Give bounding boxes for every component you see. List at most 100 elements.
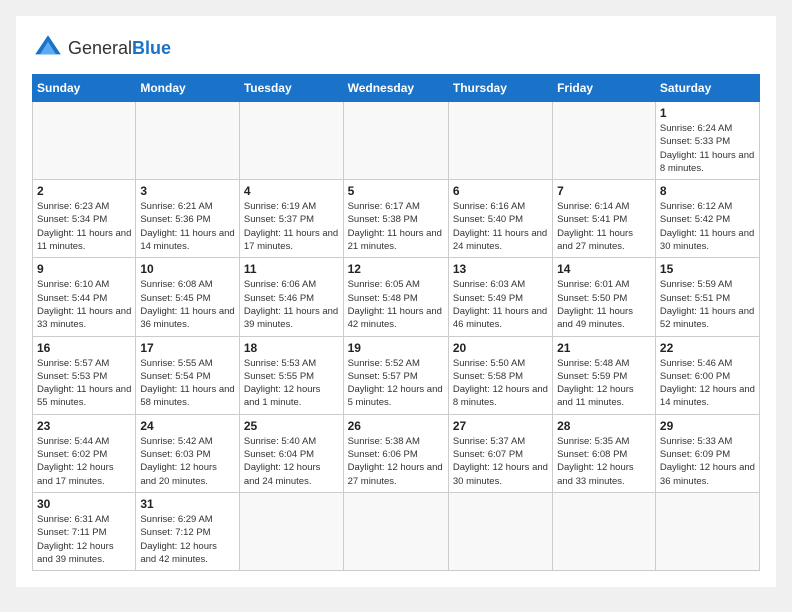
day-info: Sunrise: 5:37 AM Sunset: 6:07 PM Dayligh… <box>453 435 548 488</box>
calendar-cell: 11Sunrise: 6:06 AM Sunset: 5:46 PM Dayli… <box>239 258 343 336</box>
calendar-cell: 5 Sunrise: 6:17 AM Sunset: 5:38 PM Daylig… <box>343 180 448 258</box>
day-info: Sunrise: 6:17 AM Sunset: 5:38 PM Dayligh… <box>348 200 444 253</box>
day-number: 2 <box>37 184 131 198</box>
day-info: Sunrise: 5:59 AM Sunset: 5:51 PM Dayligh… <box>660 278 755 331</box>
calendar-cell: 1Sunrise: 6:24 AM Sunset: 5:33 PM Daylig… <box>655 102 759 180</box>
general-blue-logo-icon <box>32 32 64 64</box>
calendar-week-3: 9Sunrise: 6:10 AM Sunset: 5:44 PM Daylig… <box>33 258 760 336</box>
day-number: 14 <box>557 262 651 276</box>
calendar-cell: 15 Sunrise: 5:59 AM Sunset: 5:51 PM Dayli… <box>655 258 759 336</box>
weekday-header-monday: Monday <box>136 75 240 102</box>
day-number: 11 <box>244 262 339 276</box>
day-info: Sunrise: 5:33 AM Sunset: 6:09 PM Dayligh… <box>660 435 755 488</box>
day-number: 21 <box>557 341 651 355</box>
day-number: 7 <box>557 184 651 198</box>
calendar-cell: 21Sunrise: 5:48 AM Sunset: 5:59 PM Dayli… <box>553 336 656 414</box>
day-number: 5 <box>348 184 444 198</box>
day-number: 27 <box>453 419 548 433</box>
calendar-cell: 4 Sunrise: 6:19 AM Sunset: 5:37 PM Daylig… <box>239 180 343 258</box>
logo: GeneralBlue <box>32 32 171 64</box>
calendar-week-6: 30Sunrise: 6:31 AM Sunset: 7:11 PM Dayli… <box>33 492 760 570</box>
weekday-header-tuesday: Tuesday <box>239 75 343 102</box>
calendar-cell: 27 Sunrise: 5:37 AM Sunset: 6:07 PM Dayli… <box>448 414 552 492</box>
day-info: Sunrise: 5:46 AM Sunset: 6:00 PM Dayligh… <box>660 357 755 410</box>
calendar-cell: 12 Sunrise: 6:05 AM Sunset: 5:48 PM Dayli… <box>343 258 448 336</box>
calendar-table: SundayMondayTuesdayWednesdayThursdayFrid… <box>32 74 760 571</box>
day-number: 31 <box>140 497 235 511</box>
calendar-cell <box>239 102 343 180</box>
day-info: Sunrise: 5:42 AM Sunset: 6:03 PM Dayligh… <box>140 435 235 488</box>
calendar-week-1: 1Sunrise: 6:24 AM Sunset: 5:33 PM Daylig… <box>33 102 760 180</box>
calendar-cell: 29Sunrise: 5:33 AM Sunset: 6:09 PM Dayli… <box>655 414 759 492</box>
day-info: Sunrise: 6:08 AM Sunset: 5:45 PM Dayligh… <box>140 278 235 331</box>
day-number: 12 <box>348 262 444 276</box>
day-info: Sunrise: 6:21 AM Sunset: 5:36 PM Dayligh… <box>140 200 235 253</box>
weekday-header-sunday: Sunday <box>33 75 136 102</box>
calendar-cell <box>655 492 759 570</box>
calendar-cell: 2 Sunrise: 6:23 AM Sunset: 5:34 PM Daylig… <box>33 180 136 258</box>
calendar-cell: 19 Sunrise: 5:52 AM Sunset: 5:57 PM Dayli… <box>343 336 448 414</box>
day-info: Sunrise: 6:10 AM Sunset: 5:44 PM Dayligh… <box>37 278 131 331</box>
day-info: Sunrise: 6:14 AM Sunset: 5:41 PM Dayligh… <box>557 200 651 253</box>
day-info: Sunrise: 6:16 AM Sunset: 5:40 PM Dayligh… <box>453 200 548 253</box>
day-number: 15 <box>660 262 755 276</box>
day-number: 30 <box>37 497 131 511</box>
calendar-cell: 16 Sunrise: 5:57 AM Sunset: 5:53 PM Dayli… <box>33 336 136 414</box>
day-info: Sunrise: 5:55 AM Sunset: 5:54 PM Dayligh… <box>140 357 235 410</box>
calendar-cell: 22 Sunrise: 5:46 AM Sunset: 6:00 PM Dayli… <box>655 336 759 414</box>
calendar-cell: 14 Sunrise: 6:01 AM Sunset: 5:50 PM Dayli… <box>553 258 656 336</box>
calendar-cell <box>553 492 656 570</box>
calendar-cell <box>553 102 656 180</box>
day-number: 22 <box>660 341 755 355</box>
day-info: Sunrise: 5:44 AM Sunset: 6:02 PM Dayligh… <box>37 435 131 488</box>
calendar-page: GeneralBlue SundayMondayTuesdayWednesday… <box>16 16 776 587</box>
day-number: 6 <box>453 184 548 198</box>
weekday-header-wednesday: Wednesday <box>343 75 448 102</box>
day-info: Sunrise: 6:23 AM Sunset: 5:34 PM Dayligh… <box>37 200 131 253</box>
day-info: Sunrise: 6:19 AM Sunset: 5:37 PM Dayligh… <box>244 200 339 253</box>
day-info: Sunrise: 6:29 AM Sunset: 7:12 PM Dayligh… <box>140 513 235 566</box>
weekday-header-row: SundayMondayTuesdayWednesdayThursdayFrid… <box>33 75 760 102</box>
weekday-header-saturday: Saturday <box>655 75 759 102</box>
calendar-cell: 3 Sunrise: 6:21 AM Sunset: 5:36 PM Daylig… <box>136 180 240 258</box>
calendar-cell <box>448 102 552 180</box>
calendar-cell: 17 Sunrise: 5:55 AM Sunset: 5:54 PM Dayli… <box>136 336 240 414</box>
day-number: 20 <box>453 341 548 355</box>
logo-text: GeneralBlue <box>68 38 171 59</box>
calendar-cell: 18 Sunrise: 5:53 AM Sunset: 5:55 PM Dayli… <box>239 336 343 414</box>
calendar-week-4: 16 Sunrise: 5:57 AM Sunset: 5:53 PM Dayli… <box>33 336 760 414</box>
calendar-cell: 31 Sunrise: 6:29 AM Sunset: 7:12 PM Dayli… <box>136 492 240 570</box>
weekday-header-thursday: Thursday <box>448 75 552 102</box>
day-number: 3 <box>140 184 235 198</box>
day-number: 18 <box>244 341 339 355</box>
day-info: Sunrise: 5:57 AM Sunset: 5:53 PM Dayligh… <box>37 357 131 410</box>
day-number: 16 <box>37 341 131 355</box>
calendar-cell: 24 Sunrise: 5:42 AM Sunset: 6:03 PM Dayli… <box>136 414 240 492</box>
day-info: Sunrise: 6:01 AM Sunset: 5:50 PM Dayligh… <box>557 278 651 331</box>
calendar-cell: 23 Sunrise: 5:44 AM Sunset: 6:02 PM Dayli… <box>33 414 136 492</box>
calendar-cell: 30Sunrise: 6:31 AM Sunset: 7:11 PM Dayli… <box>33 492 136 570</box>
day-info: Sunrise: 5:52 AM Sunset: 5:57 PM Dayligh… <box>348 357 444 410</box>
day-number: 4 <box>244 184 339 198</box>
calendar-cell <box>343 492 448 570</box>
day-number: 26 <box>348 419 444 433</box>
day-number: 23 <box>37 419 131 433</box>
calendar-cell <box>33 102 136 180</box>
day-number: 25 <box>244 419 339 433</box>
calendar-cell: 8Sunrise: 6:12 AM Sunset: 5:42 PM Daylig… <box>655 180 759 258</box>
calendar-cell <box>239 492 343 570</box>
header: GeneralBlue <box>32 32 760 64</box>
day-info: Sunrise: 6:05 AM Sunset: 5:48 PM Dayligh… <box>348 278 444 331</box>
day-info: Sunrise: 5:38 AM Sunset: 6:06 PM Dayligh… <box>348 435 444 488</box>
day-number: 19 <box>348 341 444 355</box>
day-info: Sunrise: 5:50 AM Sunset: 5:58 PM Dayligh… <box>453 357 548 410</box>
calendar-cell: 26 Sunrise: 5:38 AM Sunset: 6:06 PM Dayli… <box>343 414 448 492</box>
calendar-cell <box>343 102 448 180</box>
calendar-week-5: 23 Sunrise: 5:44 AM Sunset: 6:02 PM Dayli… <box>33 414 760 492</box>
day-info: Sunrise: 6:24 AM Sunset: 5:33 PM Dayligh… <box>660 122 755 175</box>
day-number: 17 <box>140 341 235 355</box>
calendar-cell: 10Sunrise: 6:08 AM Sunset: 5:45 PM Dayli… <box>136 258 240 336</box>
calendar-cell: 25Sunrise: 5:40 AM Sunset: 6:04 PM Dayli… <box>239 414 343 492</box>
day-number: 24 <box>140 419 235 433</box>
day-info: Sunrise: 5:53 AM Sunset: 5:55 PM Dayligh… <box>244 357 339 410</box>
